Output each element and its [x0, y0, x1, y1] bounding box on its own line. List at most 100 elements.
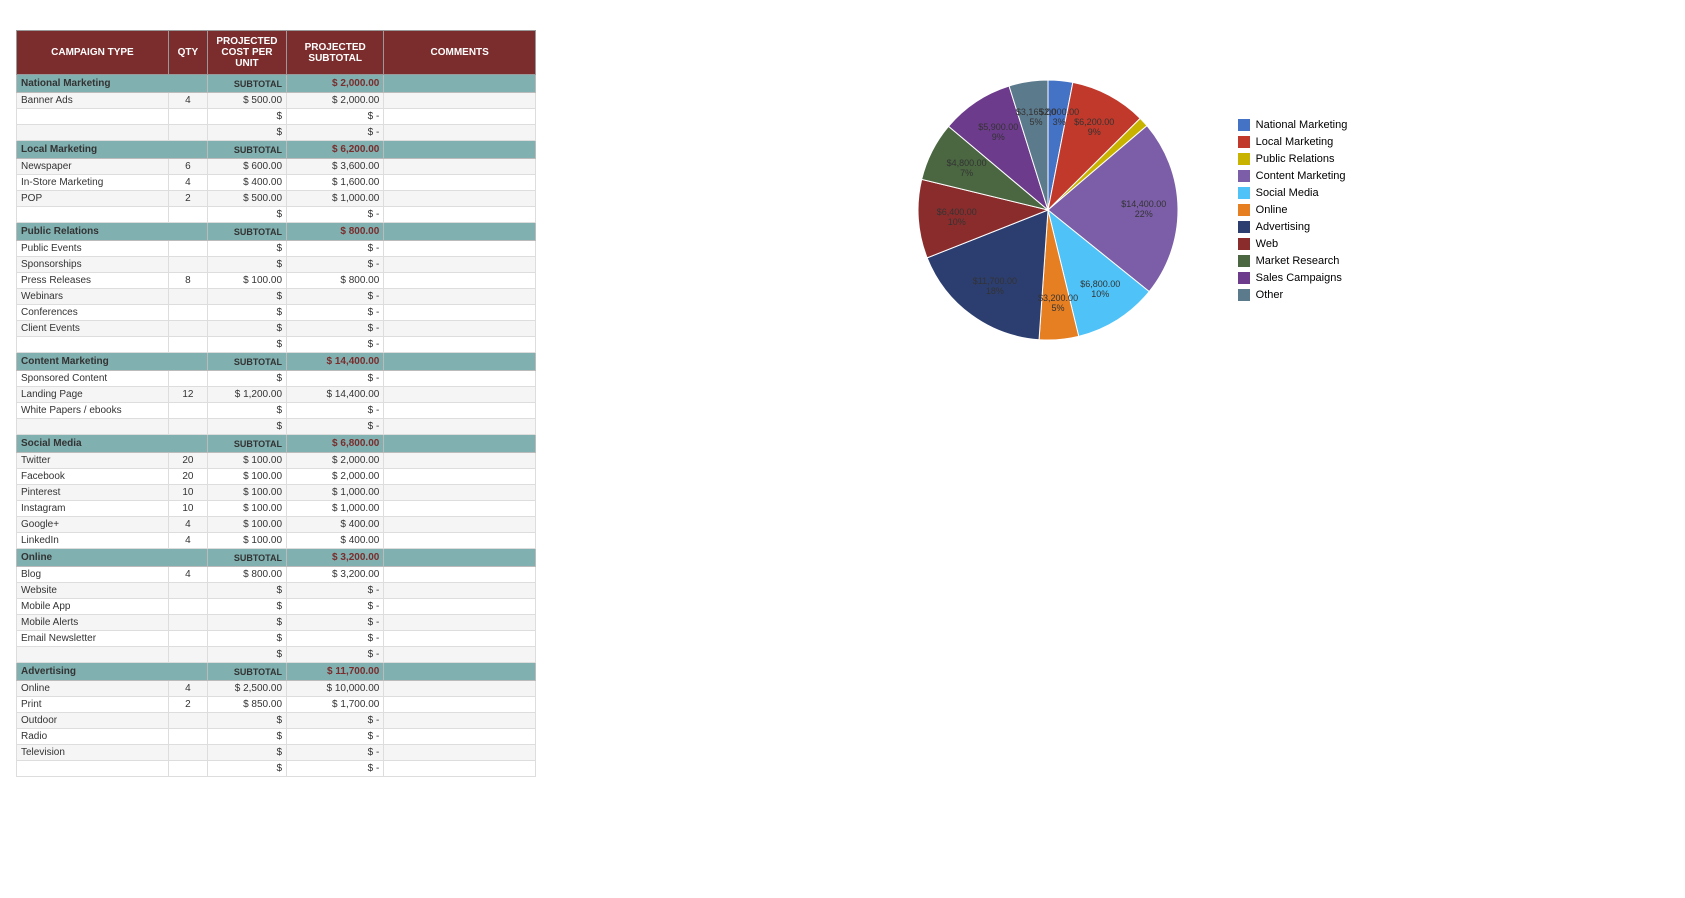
row-campaign: Facebook — [17, 469, 169, 485]
legend-color — [1238, 119, 1250, 131]
legend-item-advertising: Advertising — [1238, 221, 1348, 233]
main-layout: CAMPAIGN TYPE QTY PROJECTED COST PER UNI… — [16, 30, 1669, 777]
row-comments — [384, 745, 536, 761]
row-qty: 2 — [168, 191, 207, 207]
row-cost: $ — [207, 289, 286, 305]
table-row: Conferences $ $ - — [17, 305, 536, 321]
pie-chart: $2,000.003%$6,200.009%$14,400.0022%$6,80… — [888, 50, 1208, 370]
row-campaign: Sponsored Content — [17, 371, 169, 387]
legend-item-national-marketing: National Marketing — [1238, 119, 1348, 131]
row-cost: $ 600.00 — [207, 159, 286, 175]
row-cost: $ 100.00 — [207, 533, 286, 549]
table-row: Client Events $ $ - — [17, 321, 536, 337]
row-campaign: White Papers / ebooks — [17, 403, 169, 419]
row-subtotal: $ 3,200.00 — [287, 567, 384, 583]
legend-label: Public Relations — [1256, 153, 1335, 165]
row-cost: $ 500.00 — [207, 93, 286, 109]
row-cost: $ — [207, 371, 286, 387]
row-cost: $ 100.00 — [207, 501, 286, 517]
row-comments — [384, 517, 536, 533]
category-name: Social Media — [17, 435, 208, 453]
row-comments — [384, 109, 536, 125]
row-cost: $ — [207, 207, 286, 223]
legend-item-other: Other — [1238, 289, 1348, 301]
row-comments — [384, 501, 536, 517]
row-comments — [384, 567, 536, 583]
row-comments — [384, 599, 536, 615]
row-cost: $ — [207, 729, 286, 745]
header-cost: PROJECTED COST PER UNIT — [207, 31, 286, 75]
header-qty: QTY — [168, 31, 207, 75]
row-campaign: Website — [17, 583, 169, 599]
table-row: Television $ $ - — [17, 745, 536, 761]
category-subtotal-label: SUBTOTAL — [207, 549, 286, 567]
row-cost: $ 100.00 — [207, 485, 286, 501]
legend-color — [1238, 204, 1250, 216]
category-subtotal-val: $ 14,400.00 — [287, 353, 384, 371]
category-subtotal-label: SUBTOTAL — [207, 223, 286, 241]
row-comments — [384, 697, 536, 713]
legend-label: Local Marketing — [1256, 136, 1334, 148]
row-comments — [384, 387, 536, 403]
legend-label: Sales Campaigns — [1256, 272, 1342, 284]
row-comments — [384, 241, 536, 257]
row-cost: $ 100.00 — [207, 273, 286, 289]
row-subtotal: $ - — [287, 257, 384, 273]
row-comments — [384, 371, 536, 387]
row-subtotal: $ - — [287, 631, 384, 647]
category-row: Advertising SUBTOTAL $ 11,700.00 — [17, 663, 536, 681]
row-subtotal: $ - — [287, 241, 384, 257]
legend-item-online: Online — [1238, 204, 1348, 216]
row-comments — [384, 713, 536, 729]
row-campaign: Outdoor — [17, 713, 169, 729]
row-cost: $ — [207, 615, 286, 631]
row-cost: $ 100.00 — [207, 517, 286, 533]
row-comments — [384, 273, 536, 289]
category-subtotal-label: SUBTOTAL — [207, 435, 286, 453]
table-row: $ $ - — [17, 125, 536, 141]
legend-color — [1238, 238, 1250, 250]
row-comments — [384, 289, 536, 305]
row-subtotal: $ 1,000.00 — [287, 191, 384, 207]
row-cost: $ — [207, 583, 286, 599]
category-name: Content Marketing — [17, 353, 208, 371]
row-cost: $ — [207, 745, 286, 761]
row-subtotal: $ - — [287, 109, 384, 125]
row-qty — [168, 599, 207, 615]
legend-color — [1238, 221, 1250, 233]
row-cost: $ — [207, 321, 286, 337]
row-qty — [168, 321, 207, 337]
row-qty — [168, 583, 207, 599]
row-subtotal: $ 400.00 — [287, 533, 384, 549]
row-subtotal: $ - — [287, 729, 384, 745]
row-comments — [384, 191, 536, 207]
row-subtotal: $ - — [287, 289, 384, 305]
category-row: National Marketing SUBTOTAL $ 2,000.00 — [17, 75, 536, 93]
row-campaign: Webinars — [17, 289, 169, 305]
row-comments — [384, 125, 536, 141]
table-row: Newspaper 6 $ 600.00 $ 3,600.00 — [17, 159, 536, 175]
row-comments — [384, 681, 536, 697]
category-row: Online SUBTOTAL $ 3,200.00 — [17, 549, 536, 567]
row-campaign: In-Store Marketing — [17, 175, 169, 191]
category-subtotal-val: $ 3,200.00 — [287, 549, 384, 567]
category-name: Public Relations — [17, 223, 208, 241]
row-cost: $ 400.00 — [207, 175, 286, 191]
row-cost: $ — [207, 631, 286, 647]
row-subtotal: $ - — [287, 761, 384, 777]
row-cost: $ — [207, 257, 286, 273]
row-qty — [168, 207, 207, 223]
row-campaign — [17, 761, 169, 777]
row-qty: 12 — [168, 387, 207, 403]
header-campaign: CAMPAIGN TYPE — [17, 31, 169, 75]
row-subtotal: $ 2,000.00 — [287, 93, 384, 109]
row-qty: 4 — [168, 93, 207, 109]
row-campaign: Pinterest — [17, 485, 169, 501]
row-qty — [168, 615, 207, 631]
budget-table: CAMPAIGN TYPE QTY PROJECTED COST PER UNI… — [16, 30, 536, 777]
legend-color — [1238, 187, 1250, 199]
row-cost: $ — [207, 337, 286, 353]
table-row: In-Store Marketing 4 $ 400.00 $ 1,600.00 — [17, 175, 536, 191]
table-row: $ $ - — [17, 419, 536, 435]
row-qty: 10 — [168, 501, 207, 517]
